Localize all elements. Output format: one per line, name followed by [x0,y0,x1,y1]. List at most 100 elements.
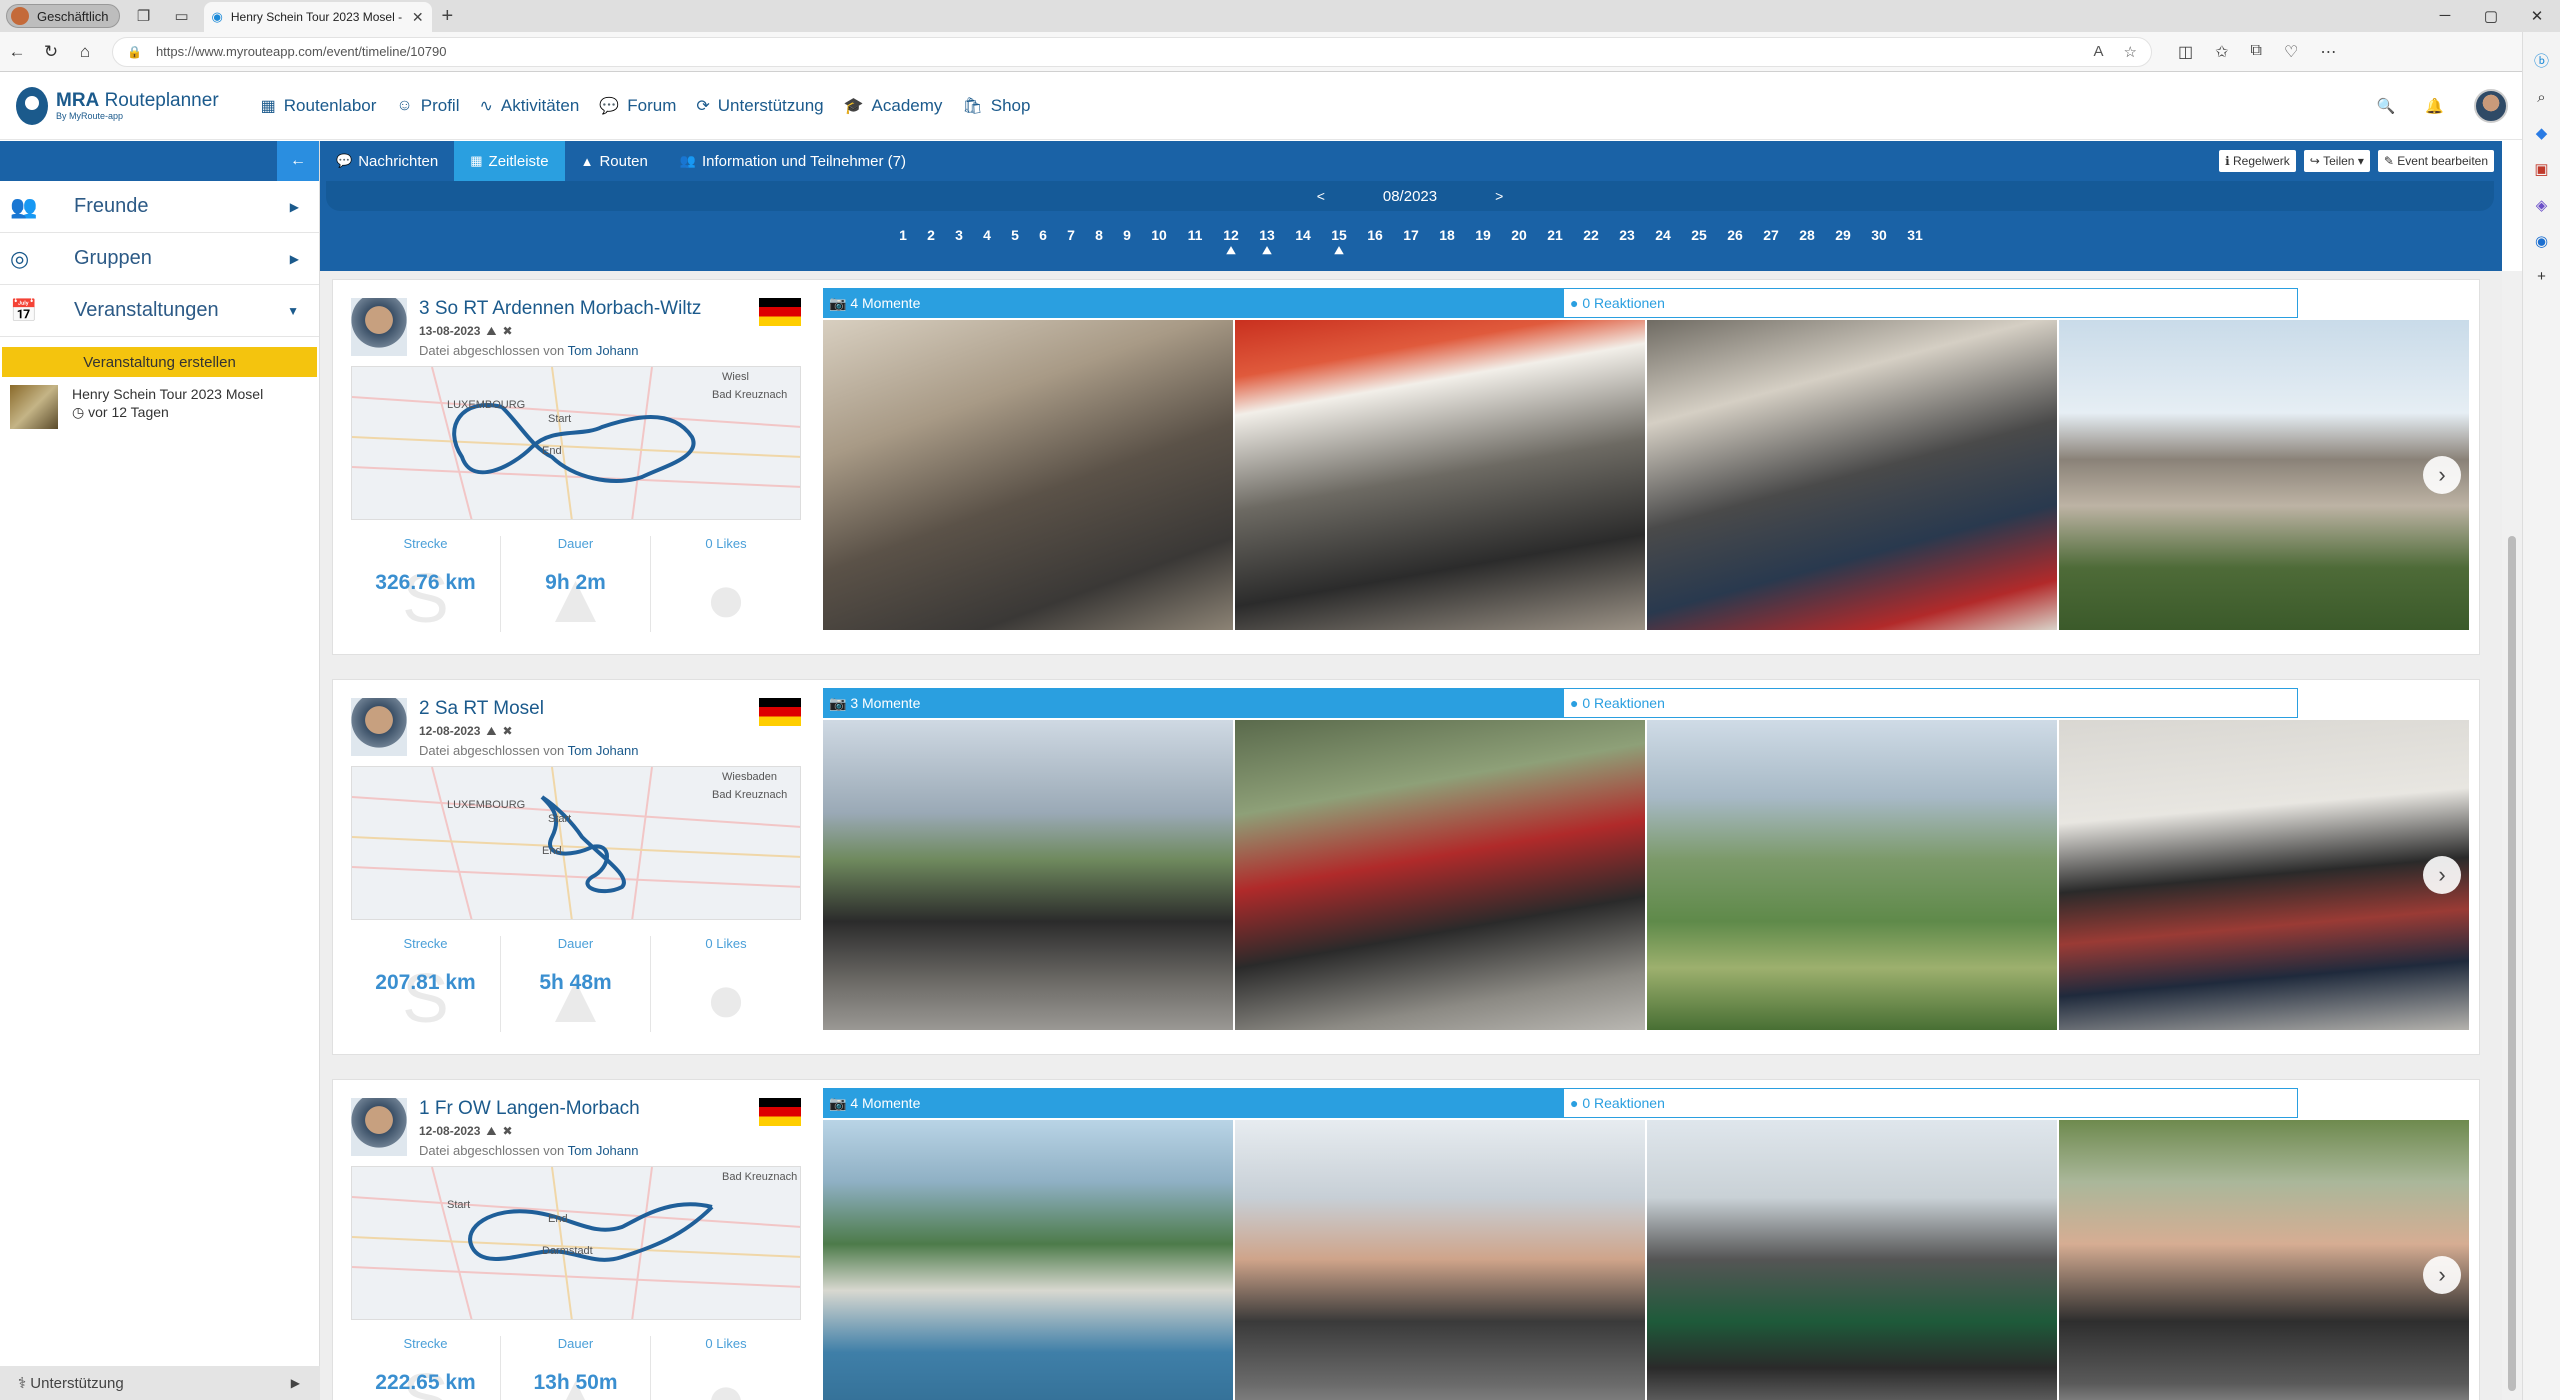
back-icon[interactable]: ← [0,42,34,62]
stat-likes[interactable]: ● 0 Likes [651,1336,801,1400]
day-22[interactable]: 22 [1573,227,1609,261]
rules-button[interactable]: ℹ Regelwerk [2219,150,2296,172]
close-window-icon[interactable]: ✕ [2514,7,2560,25]
nav-shop[interactable]: 🛍 Shop [962,96,1030,116]
create-event-button[interactable]: Veranstaltung erstellen [2,347,317,377]
reactions-tab[interactable]: ● 0 Reaktionen [1563,1088,2298,1118]
moment-photo[interactable] [2059,720,2469,1030]
day-24[interactable]: 24 [1645,227,1681,261]
nav-routenlabor[interactable]: ▦ Routenlabor [261,96,377,116]
maximize-icon[interactable]: ▢ [2468,7,2514,25]
bell-icon[interactable]: 🔔 [2425,97,2444,115]
day-17[interactable]: 17 [1393,227,1429,261]
outlook-icon[interactable]: ◉ [2523,232,2560,250]
close-tab-icon[interactable]: ✕ [412,9,424,26]
day-20[interactable]: 20 [1501,227,1537,261]
route-author[interactable]: Tom Johann [568,343,639,358]
tab-information[interactable]: 👥 Information und Teilnehmer (7) [664,141,922,181]
collections-icon[interactable]: ⧉ [2251,42,2262,62]
day-3[interactable]: 3 [945,227,973,261]
search-sidebar-icon[interactable]: ⌕ [2523,89,2560,106]
moment-photo[interactable] [1235,320,1645,630]
tools-icon[interactable]: ▣ [2523,160,2560,178]
tab-zeitleiste[interactable]: ▦ Zeitleiste [454,141,565,181]
day-31[interactable]: 31 [1897,227,1933,261]
favorites-icon[interactable]: ✩ [2215,42,2228,62]
day-19[interactable]: 19 [1465,227,1501,261]
browser-essentials-icon[interactable]: ♡ [2284,42,2298,62]
sidebar-support[interactable]: ⚕ Unterstützung ▶ [0,1366,320,1400]
stat-likes[interactable]: ● 0 Likes [651,936,801,1037]
author-avatar[interactable] [351,298,407,356]
moments-tab[interactable]: 📷 4 Momente [823,288,1563,318]
day-23[interactable]: 23 [1609,227,1645,261]
day-1[interactable]: 1 [889,227,917,261]
bing-icon[interactable]: ⓑ [2523,50,2560,71]
day-4[interactable]: 4 [973,227,1001,261]
day-5[interactable]: 5 [1001,227,1029,261]
day-21[interactable]: 21 [1537,227,1573,261]
home-icon[interactable]: ⌂ [68,42,102,62]
author-avatar[interactable] [351,1098,407,1156]
favorite-star-icon[interactable]: ☆ [2124,43,2137,61]
moment-photo[interactable] [1235,720,1645,1030]
route-author[interactable]: Tom Johann [568,1143,639,1158]
moment-photo[interactable] [1647,320,2057,630]
moment-photo[interactable] [1647,720,2057,1030]
next-photos-button[interactable]: › [2423,856,2461,894]
prev-month-button[interactable]: < [1317,188,1325,204]
moment-photo[interactable] [2059,1120,2469,1400]
nav-forum[interactable]: 💬 Forum [599,96,676,116]
read-aloud-icon[interactable]: A [2094,43,2104,61]
browser-profile-button[interactable]: Geschäftlich [6,4,120,28]
more-menu-icon[interactable]: ⋯ [2320,42,2336,62]
user-avatar[interactable] [2474,88,2508,123]
new-tab-icon[interactable]: + [442,5,454,28]
nav-profil[interactable]: ☺ Profil [396,96,459,116]
route-map[interactable]: LUXEMBOURG Start End Wiesl Bad Kreuznach [351,366,801,520]
nav-aktivitaeten[interactable]: ∿ Aktivitäten [479,96,579,116]
day-28[interactable]: 28 [1789,227,1825,261]
day-2[interactable]: 2 [917,227,945,261]
stat-likes[interactable]: ● 0 Likes [651,536,801,637]
route-map[interactable]: Start End Darmstadt Bad Kreuznach [351,1166,801,1320]
reload-icon[interactable]: ↻ [34,42,68,62]
day-11[interactable]: 11 [1177,227,1213,261]
author-avatar[interactable] [351,698,407,756]
day-12[interactable]: 12 ⛰ [1213,227,1249,261]
day-29[interactable]: 29 [1825,227,1861,261]
moment-photo[interactable] [1235,1120,1645,1400]
mra-logo[interactable]: MRA Routeplanner By MyRoute-app [16,86,219,125]
edit-event-button[interactable]: ✎ Event bearbeiten [2377,150,2494,172]
day-25[interactable]: 25 [1681,227,1717,261]
share-button[interactable]: ↪ Teilen ▾ [2303,150,2370,172]
add-sidebar-icon[interactable]: + [2523,268,2560,285]
moments-tab[interactable]: 📷 4 Momente [823,1088,1563,1118]
day-7[interactable]: 7 [1057,227,1085,261]
day-9[interactable]: 9 [1113,227,1141,261]
route-close-icon[interactable]: ✖ [502,1124,512,1138]
collapse-sidebar-button[interactable]: ← [277,141,319,181]
reactions-tab[interactable]: ● 0 Reaktionen [1563,688,2298,718]
route-title[interactable]: 1 Fr OW Langen-Morbach [419,1098,759,1120]
nav-academy[interactable]: 🎓 Academy [844,96,943,116]
url-field[interactable]: 🔒 https://www.myrouteapp.com/event/timel… [112,36,2152,67]
day-18[interactable]: 18 [1429,227,1465,261]
moment-photo[interactable] [2059,320,2469,630]
shopping-icon[interactable]: ◆ [2523,124,2560,142]
route-close-icon[interactable]: ✖ [502,324,512,338]
next-photos-button[interactable]: › [2423,1256,2461,1294]
day-13[interactable]: 13 ⛰ [1249,227,1285,261]
nav-unterstuetzung[interactable]: ⟳ Unterstützung [696,96,823,116]
browser-tab[interactable]: ◉ Henry Schein Tour 2023 Mosel - ✕ [203,2,432,32]
next-month-button[interactable]: > [1495,188,1503,204]
sidebar-item-veranstaltungen[interactable]: 📅 Veranstaltungen ▼ [0,285,319,337]
day-26[interactable]: 26 [1717,227,1753,261]
split-screen-icon[interactable]: ◫ [2178,42,2193,62]
tab-nachrichten[interactable]: 💬 Nachrichten [320,141,454,181]
day-8[interactable]: 8 [1085,227,1113,261]
route-map[interactable]: LUXEMBOURG Start End Wiesbaden Bad Kreuznach [351,766,801,920]
route-title[interactable]: 2 Sa RT Mosel [419,698,759,720]
day-14[interactable]: 14 [1285,227,1321,261]
sidebar-item-gruppen[interactable]: ◎ Gruppen ▶ [0,233,319,285]
